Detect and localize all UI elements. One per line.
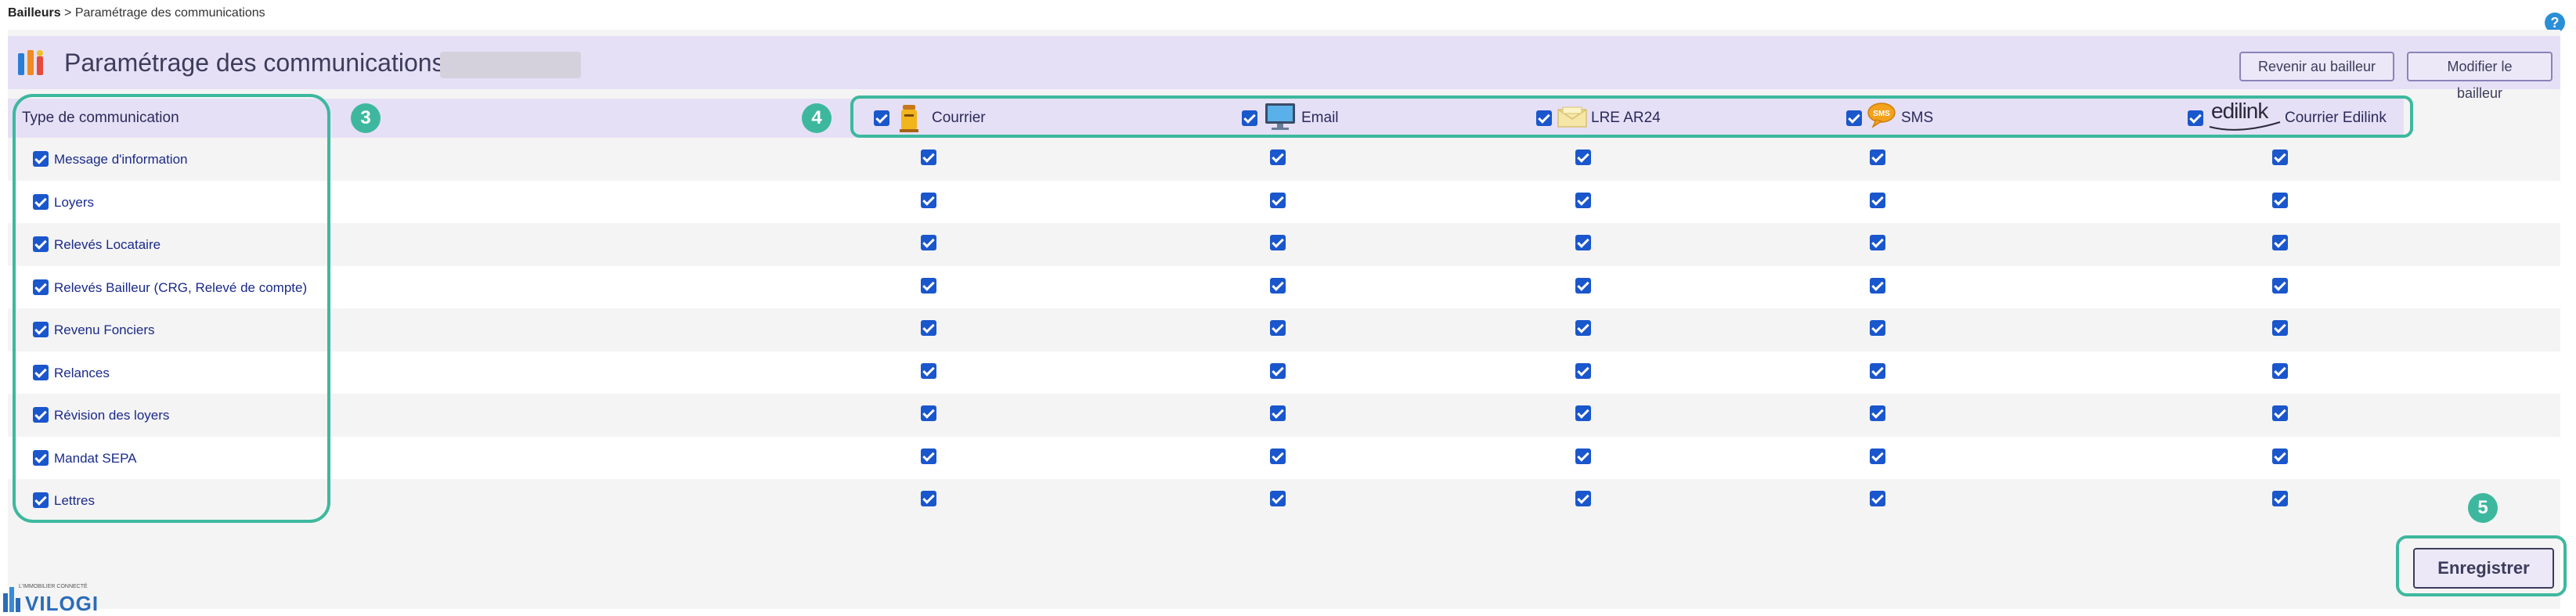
checkbox-lre[interactable] <box>1575 235 1591 250</box>
checkbox-sms[interactable] <box>1870 235 1885 250</box>
breadcrumb-root[interactable]: Bailleurs <box>8 6 61 20</box>
annotation-box-types <box>13 94 330 523</box>
title-bar: Paramétrage des communications : Revenir… <box>8 36 2560 101</box>
checkbox-sms[interactable] <box>1870 491 1885 506</box>
breadcrumb-separator: > <box>60 6 75 20</box>
annotation-box-media <box>850 95 2413 138</box>
checkbox-email[interactable] <box>1270 192 1286 208</box>
breadcrumb: Bailleurs > Paramétrage des communicatio… <box>8 6 265 20</box>
checkbox-courrier[interactable] <box>921 192 936 208</box>
checkbox-courrier[interactable] <box>921 277 936 294</box>
checkbox-lre[interactable] <box>1575 405 1591 421</box>
settings-page-icon <box>18 50 43 75</box>
annotation-badge-3: 3 <box>351 103 381 133</box>
table-row: Relances <box>8 351 2560 394</box>
table-row: Mandat SEPA <box>8 436 2560 479</box>
checkbox-sms[interactable] <box>1870 277 1885 294</box>
checkbox-edilink[interactable] <box>2272 491 2288 506</box>
checkbox-edilink[interactable] <box>2272 448 2288 464</box>
checkbox-lre[interactable] <box>1575 277 1591 294</box>
checkbox-sms[interactable] <box>1870 448 1885 464</box>
checkbox-edilink[interactable] <box>2272 320 2288 336</box>
checkbox-edilink[interactable] <box>2272 277 2288 294</box>
checkbox-email[interactable] <box>1270 405 1286 421</box>
table-row: Relevés Locataire <box>8 223 2560 266</box>
table-row: Revenu Fonciers <box>8 308 2560 351</box>
save-button[interactable]: Enregistrer <box>2413 548 2554 589</box>
checkbox-email[interactable] <box>1270 320 1286 336</box>
checkbox-courrier[interactable] <box>921 448 936 464</box>
table-body: Message d'information Loyers Relevés Locat… <box>8 138 2560 522</box>
checkbox-edilink[interactable] <box>2272 405 2288 421</box>
checkbox-edilink[interactable] <box>2272 235 2288 250</box>
checkbox-sms[interactable] <box>1870 149 1885 165</box>
checkbox-courrier[interactable] <box>921 362 936 379</box>
checkbox-sms[interactable] <box>1870 405 1885 421</box>
checkbox-sms[interactable] <box>1870 320 1885 336</box>
checkbox-courrier[interactable] <box>921 235 936 250</box>
page-title: Paramétrage des communications : <box>64 49 459 77</box>
checkbox-edilink[interactable] <box>2272 149 2288 165</box>
checkbox-email[interactable] <box>1270 235 1286 250</box>
checkbox-courrier[interactable] <box>921 491 936 506</box>
checkbox-courrier[interactable] <box>921 149 936 165</box>
checkbox-email[interactable] <box>1270 277 1286 294</box>
table-row: Message d'information <box>8 138 2560 181</box>
checkbox-lre[interactable] <box>1575 362 1591 379</box>
checkbox-courrier[interactable] <box>921 320 936 336</box>
main-content: Paramétrage des communications : Revenir… <box>8 30 2567 609</box>
checkbox-email[interactable] <box>1270 149 1286 165</box>
annotation-badge-5: 5 <box>2468 493 2498 523</box>
checkbox-lre[interactable] <box>1575 320 1591 336</box>
checkbox-edilink[interactable] <box>2272 192 2288 208</box>
checkbox-sms[interactable] <box>1870 362 1885 379</box>
edit-owner-button[interactable]: Modifier le bailleur <box>2407 52 2553 101</box>
checkbox-email[interactable] <box>1270 362 1286 379</box>
table-row: Relevés Bailleur (CRG, Relevé de compte) <box>8 265 2560 308</box>
redacted-owner-name <box>440 52 581 78</box>
checkbox-edilink[interactable] <box>2272 362 2288 379</box>
checkbox-courrier[interactable] <box>921 405 936 421</box>
breadcrumb-current: Paramétrage des communications <box>74 6 265 20</box>
back-to-owner-button[interactable]: Revenir au bailleur <box>2239 52 2394 81</box>
checkbox-lre[interactable] <box>1575 491 1591 506</box>
table-row: Lettres <box>8 479 2560 522</box>
checkbox-lre[interactable] <box>1575 192 1591 208</box>
checkbox-sms[interactable] <box>1870 192 1885 208</box>
table-row: Révision des loyers <box>8 394 2560 437</box>
table-row: Loyers <box>8 180 2560 223</box>
checkbox-email[interactable] <box>1270 448 1286 464</box>
annotation-badge-4: 4 <box>802 103 832 133</box>
checkbox-lre[interactable] <box>1575 149 1591 165</box>
checkbox-email[interactable] <box>1270 491 1286 506</box>
checkbox-lre[interactable] <box>1575 448 1591 464</box>
